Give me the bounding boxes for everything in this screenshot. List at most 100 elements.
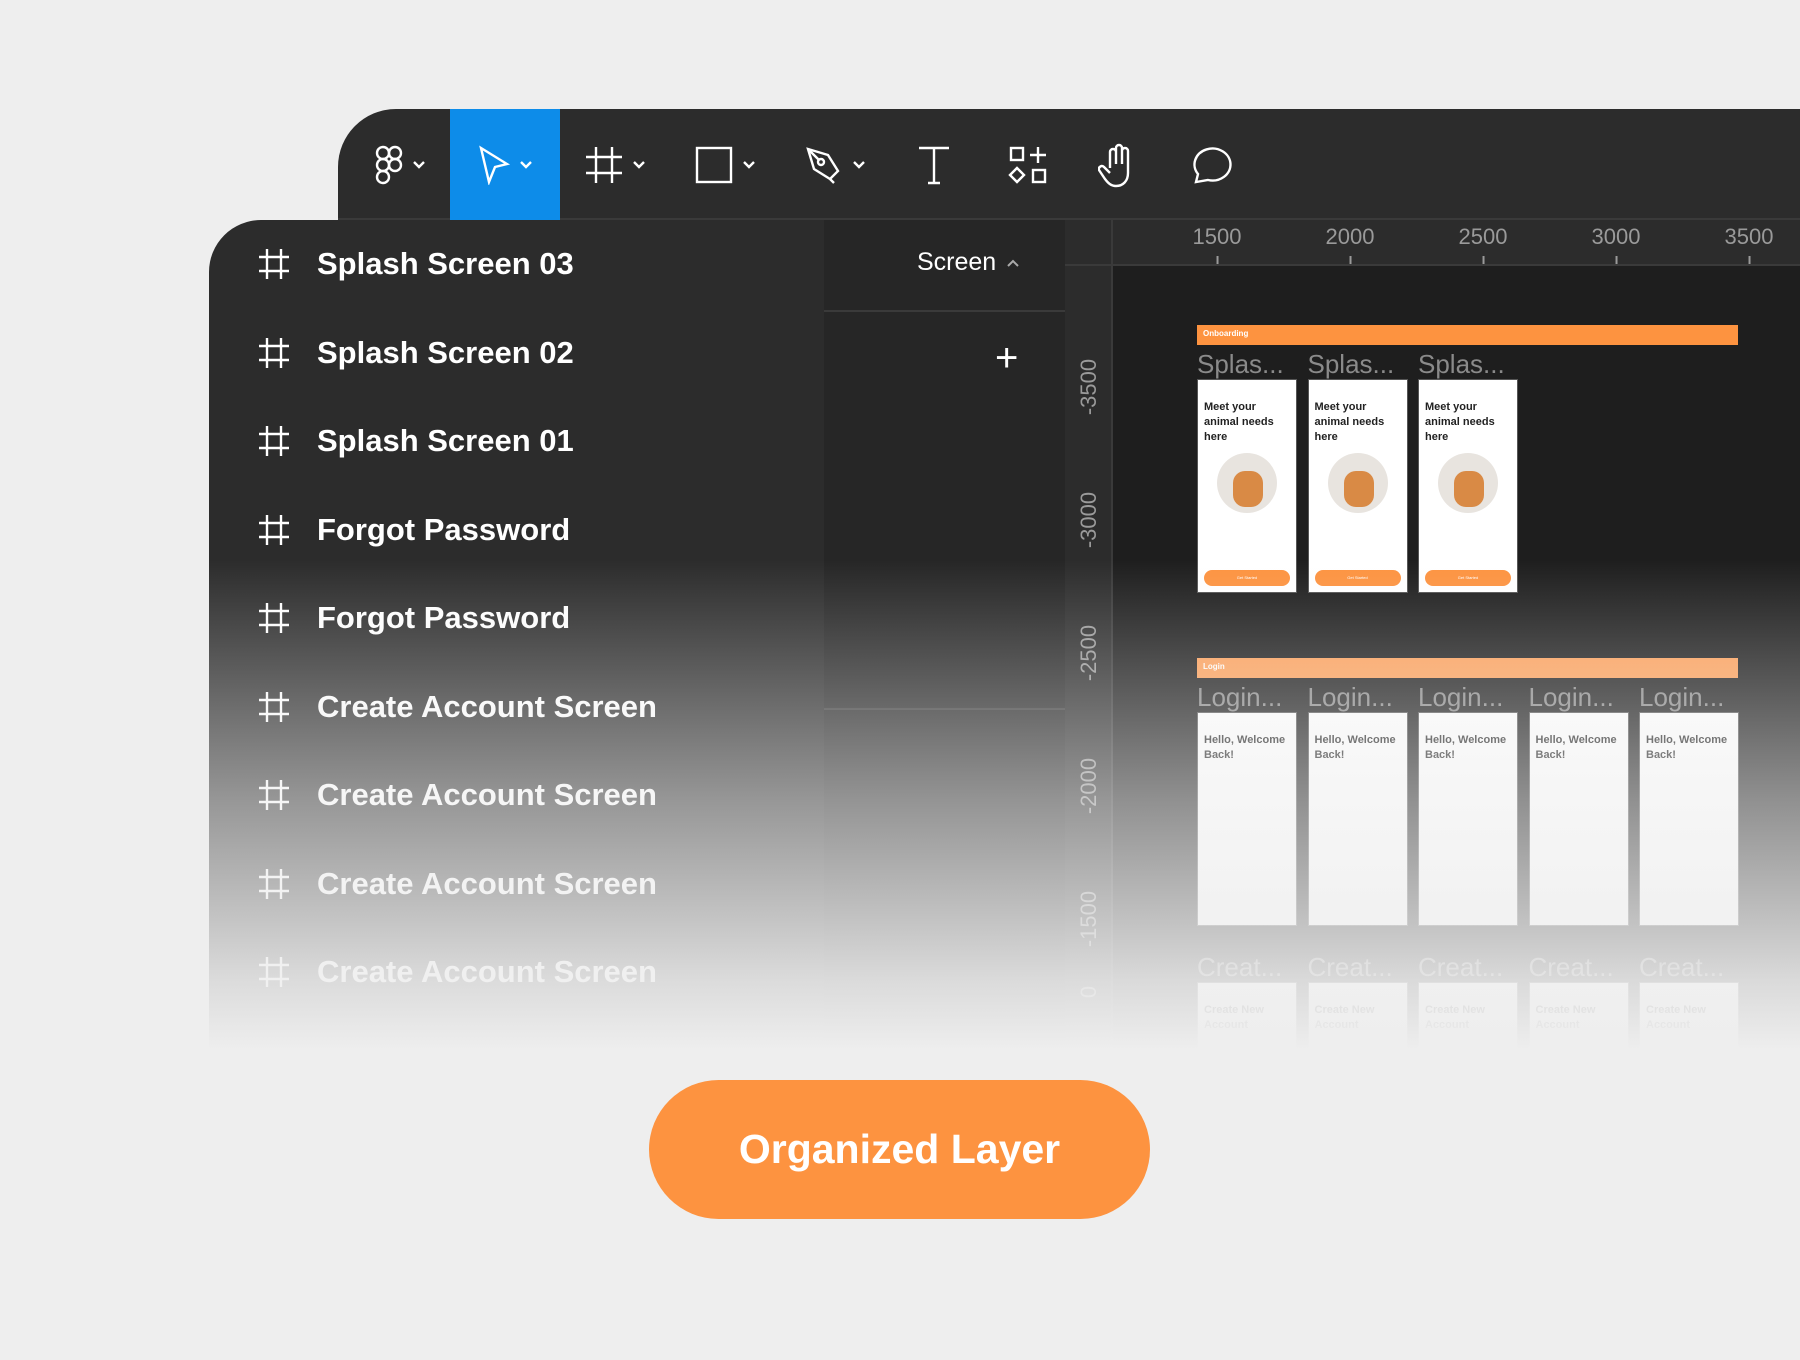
section-header[interactable]: Onboarding: [1197, 325, 1738, 345]
frame-thumbnail[interactable]: Hello, Welcome Back!: [1528, 712, 1629, 926]
frame-thumbnail[interactable]: Create New Account: [1307, 982, 1408, 1050]
get-started-button: Get Started: [1314, 570, 1401, 586]
frame-heading: Create New Account: [1646, 1004, 1706, 1031]
frame-thumbnail[interactable]: Hello, Welcome Back!: [1197, 712, 1297, 926]
frame-heading: Create New Account: [1314, 1004, 1375, 1031]
resources-button[interactable]: [988, 109, 1068, 220]
frame-heading: Meet your animal needs here: [1314, 401, 1385, 443]
frame-label: Login...: [1307, 682, 1393, 712]
ruler-x-label: 2500: [1458, 224, 1508, 264]
frame-hash-icon: [259, 426, 289, 456]
frame-heading: Hello, Welcome Back!: [1314, 734, 1396, 761]
hand-tool-button[interactable]: [1078, 109, 1158, 220]
ruler-y-label: -2000: [1076, 757, 1101, 815]
page-selector[interactable]: Screen: [917, 248, 1020, 277]
frame-thumbnail[interactable]: Meet your animal needs here Get Started: [1197, 379, 1297, 593]
pen-tool-button[interactable]: [780, 109, 890, 220]
frame-heading: Create New Account: [1535, 1004, 1596, 1031]
chevron-up-icon: [1007, 259, 1019, 267]
frame-label: Login...: [1197, 682, 1283, 712]
frame-thumbnail[interactable]: Meet your animal needs here Get Started: [1307, 379, 1408, 593]
comment-icon: [1193, 146, 1232, 183]
frame-heading: Hello, Welcome Back!: [1204, 734, 1286, 761]
ruler-y-label: -3000: [1076, 491, 1101, 549]
components-icon: [1008, 146, 1047, 184]
frame-heading: Create New Account: [1425, 1004, 1485, 1031]
rectangle-tool-button[interactable]: [670, 109, 780, 220]
chevron-down-icon: [520, 160, 532, 169]
cursor-arrow-icon: [479, 144, 511, 185]
get-started-button: Get Started: [1425, 570, 1511, 586]
horizontal-ruler: 1500 2000 2500 3000 3500: [1065, 220, 1800, 266]
frame-label: Creat...: [1197, 952, 1283, 982]
layer-item[interactable]: Forgot Password: [209, 490, 824, 570]
ruler-corner: [1065, 220, 1113, 266]
vertical-ruler: -3500 -3000 -2500 -2000 -1500 0: [1065, 220, 1113, 1050]
chevron-down-icon: [853, 160, 865, 169]
frame-thumbnail[interactable]: Hello, Welcome Back!: [1639, 712, 1739, 926]
ruler-x-label: 2000: [1325, 224, 1375, 264]
chevron-down-icon: [743, 160, 755, 169]
figma-menu-button[interactable]: [350, 109, 450, 220]
ruler-y-label: 0: [1076, 985, 1101, 999]
layer-item[interactable]: Forgot Password: [209, 578, 824, 658]
move-tool-button[interactable]: [450, 109, 560, 220]
frame-thumbnail[interactable]: Hello, Welcome Back!: [1418, 712, 1518, 926]
frame-thumbnail[interactable]: Create New Account: [1639, 982, 1739, 1050]
frame-hash-icon: [259, 691, 289, 722]
frame-heading: Meet your animal needs here: [1425, 401, 1495, 443]
ruler-y-label: -2500: [1076, 624, 1101, 682]
layers-panel: Screen + Splash Screen 03 Splash Screen 0…: [209, 220, 1065, 1050]
hand-icon: [1098, 143, 1130, 187]
layer-item[interactable]: Splash Screen 01: [209, 401, 824, 481]
frame-tool-button[interactable]: [560, 109, 670, 220]
layer-item[interactable]: Splash Screen 02: [209, 313, 824, 393]
frame-label: Splas...: [1197, 349, 1284, 379]
layers-subpanel: [824, 220, 1065, 1050]
frame-heading: Hello, Welcome Back!: [1535, 734, 1617, 761]
text-tool-button[interactable]: [894, 109, 974, 220]
frame-label: Splas...: [1418, 349, 1505, 379]
frame-label: Creat...: [1528, 952, 1614, 982]
frame-thumbnail[interactable]: Hello, Welcome Back!: [1307, 712, 1408, 926]
frame-thumbnail[interactable]: Meet your animal needs here Get Started: [1418, 379, 1518, 593]
frame-thumbnail[interactable]: Create New Account: [1528, 982, 1629, 1050]
rectangle-icon: [695, 146, 733, 183]
add-page-button[interactable]: +: [995, 338, 1018, 378]
layer-label: Create Account Screen: [317, 777, 657, 812]
frame-heading: Hello, Welcome Back!: [1646, 734, 1728, 761]
figma-logo-icon: [375, 145, 403, 184]
frame-heading: Create New Account: [1204, 1004, 1264, 1031]
toolbar: [338, 109, 1800, 220]
frame-label: Login...: [1639, 682, 1725, 712]
ruler-x-label: 1500: [1192, 224, 1242, 264]
divider: [824, 708, 1065, 710]
ruler-x-label: 3000: [1591, 224, 1641, 264]
frame-hash-icon: [259, 868, 289, 899]
frame-thumbnail[interactable]: Create New Account: [1418, 982, 1518, 1050]
section-header[interactable]: Login: [1197, 658, 1738, 678]
frame-label: Creat...: [1639, 952, 1725, 982]
comment-tool-button[interactable]: [1170, 109, 1250, 220]
ruler-x-label: 3500: [1724, 224, 1774, 264]
frame-hash-icon: [259, 337, 289, 368]
frame-heading: Meet your animal needs here: [1204, 401, 1274, 443]
layer-label: Create Account Screen: [317, 865, 657, 901]
layer-item[interactable]: Splash Screen 03: [209, 224, 824, 304]
ruler-y-label: -3500: [1076, 358, 1101, 416]
frame-thumbnail[interactable]: Create New Account: [1197, 982, 1297, 1050]
layer-item[interactable]: Create Account Screen: [209, 844, 824, 924]
layer-item[interactable]: Create Account Screen: [209, 932, 824, 1012]
divider: [824, 310, 1065, 312]
layer-item[interactable]: Create Account Screen: [209, 755, 824, 835]
frame-hash-icon: [259, 249, 289, 279]
layer-label: Splash Screen 01: [317, 423, 574, 458]
canvas[interactable]: Onboarding Splas... Meet your animal needs…: [1065, 220, 1800, 1050]
frame-heading: Hello, Welcome Back!: [1425, 734, 1507, 761]
layer-item[interactable]: Create Account Screen: [209, 667, 824, 747]
frame-label: Creat...: [1418, 952, 1504, 982]
frame-label: Login...: [1418, 682, 1504, 712]
frame-hash-icon: [259, 603, 289, 633]
frame-label: Splas...: [1307, 349, 1395, 379]
organized-layer-badge: Organized Layer: [649, 1080, 1150, 1219]
